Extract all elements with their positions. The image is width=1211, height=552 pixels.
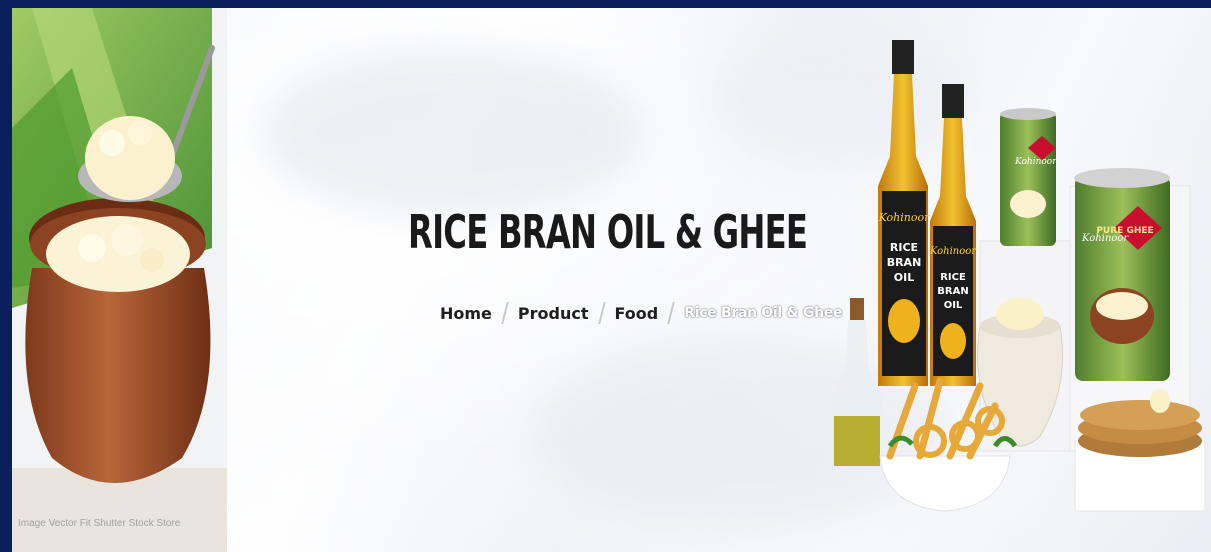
ghee-pot-image (12, 8, 227, 552)
breadcrumb: Home Product Food Rice Bran Oil & Ghee (440, 298, 843, 328)
breadcrumb-separator (501, 302, 509, 324)
bottle-brand: Kohinoor (878, 211, 930, 224)
svg-text:OIL: OIL (894, 271, 914, 284)
svg-text:RICE: RICE (940, 272, 966, 283)
breadcrumb-separator (667, 302, 675, 324)
svg-text:OIL: OIL (944, 300, 963, 311)
svg-text:BRAN: BRAN (937, 286, 968, 297)
breadcrumb-food-link[interactable]: Food (615, 304, 659, 323)
breadcrumb-current: Rice Bran Oil & Ghee (684, 305, 843, 321)
svg-text:BRAN: BRAN (887, 256, 922, 269)
breadcrumb-home-link[interactable]: Home (440, 304, 492, 323)
breadcrumb-product-link[interactable]: Product (518, 304, 589, 323)
image-watermark: Image Vector Fit Shutter Stock Store (18, 518, 181, 529)
svg-text:Kohinoor: Kohinoor (1014, 157, 1057, 167)
breadcrumb-separator (597, 302, 606, 324)
svg-text:Kohinoor: Kohinoor (929, 246, 977, 257)
products-image: Kohinoor RICE BRAN OIL Kohinoor RICE BRA… (832, 40, 1206, 512)
svg-text:Kohinoor: Kohinoor (1081, 233, 1129, 244)
svg-text:RICE: RICE (890, 241, 918, 254)
